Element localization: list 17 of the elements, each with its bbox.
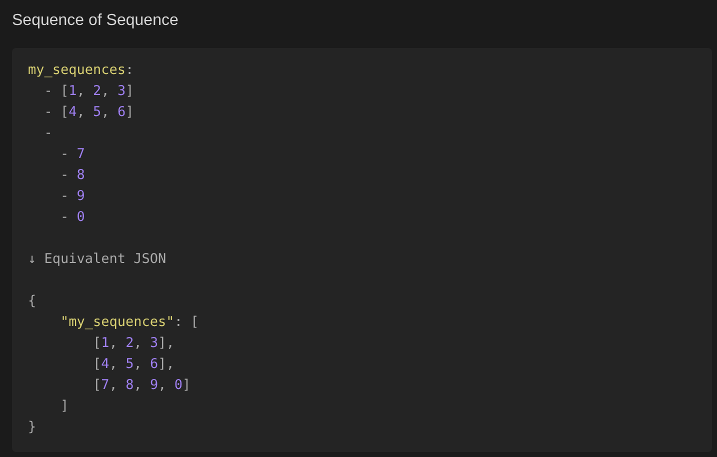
code-line: { [28, 292, 36, 311]
code-line: "my_sequences": [ [60, 313, 199, 332]
code-line: [4, 5, 6], [92, 355, 174, 374]
code-line: - [4, 5, 6] [43, 103, 134, 122]
code-line: - 7 [60, 145, 85, 164]
code-line: - 8 [60, 166, 85, 185]
code-line: [1, 2, 3], [92, 334, 174, 353]
code-line: - 0 [60, 208, 85, 227]
code-line: - [43, 124, 52, 143]
code-line: - [1, 2, 3] [43, 82, 134, 101]
section-title: Sequence of Sequence [12, 11, 178, 31]
code-line: - 9 [60, 187, 85, 206]
code-line: ] [60, 397, 69, 416]
code-line: my_sequences: [28, 61, 134, 80]
code-line: } [28, 418, 36, 437]
code-comment: ↓ Equivalent JSON [28, 250, 166, 269]
code-line: [7, 8, 9, 0] [92, 376, 191, 395]
